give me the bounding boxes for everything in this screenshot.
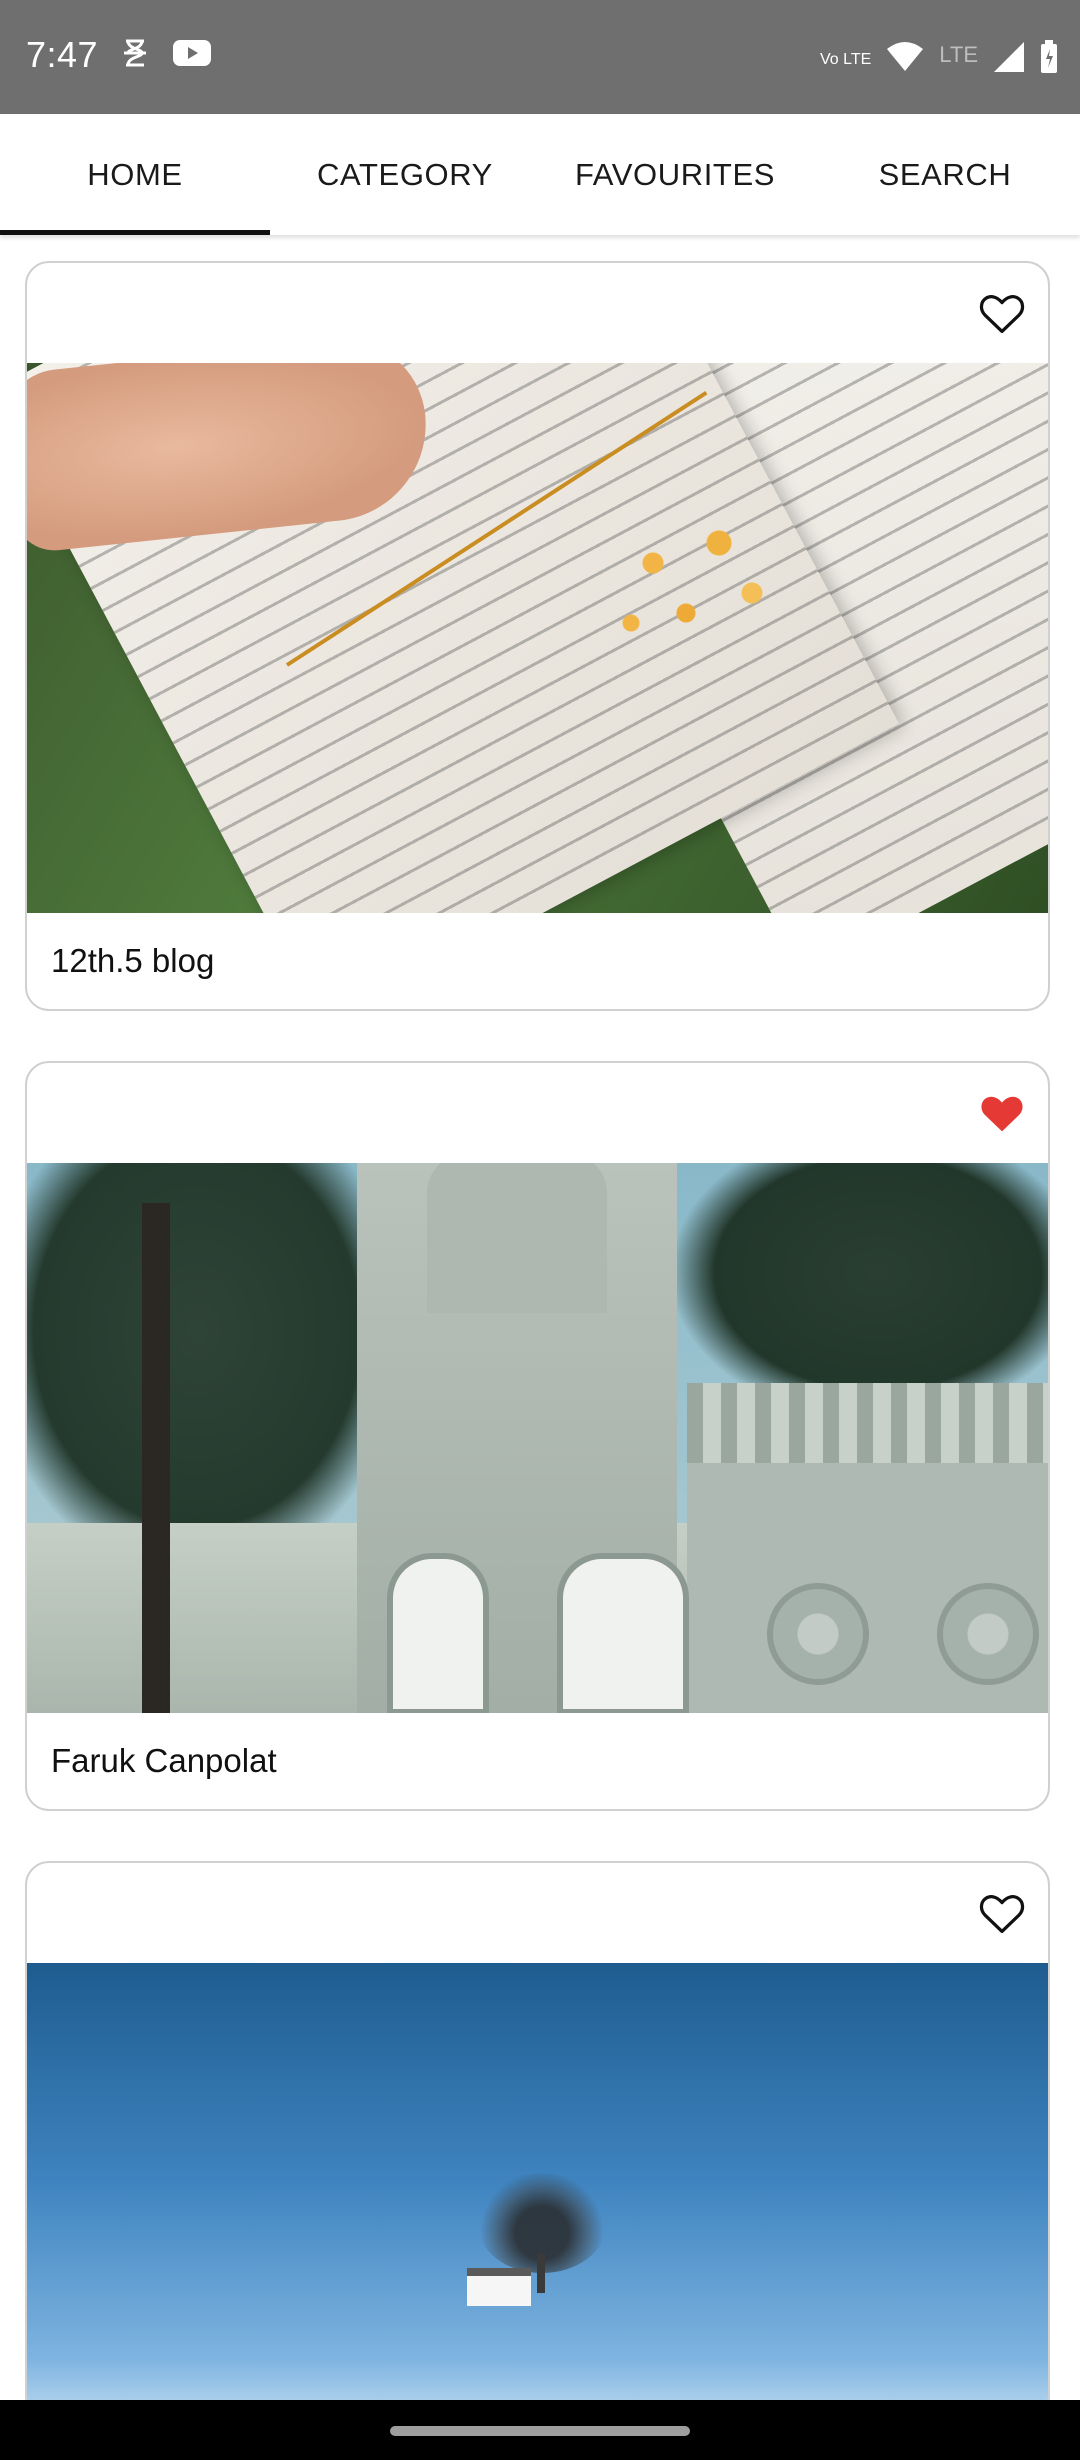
lte-label: LTE [939,41,978,67]
card-header [27,1063,1048,1163]
tab-favourites[interactable]: FAVOURITES [540,114,810,235]
balustrade [687,1383,1048,1473]
tab-bar: HOME CATEGORY FAVOURITES SEARCH [0,114,1080,235]
battery-icon [1040,40,1058,79]
photo-card[interactable]: 12th.5 blog [25,261,1050,1011]
photo-feed[interactable]: 12th.5 blog Faruk Canpolat [0,235,1080,2400]
photo-card[interactable] [25,1861,1050,2400]
heart-outline-icon [979,295,1025,334]
arched-window [387,1553,489,1713]
youtube-icon [172,38,212,73]
volte-label: Vo LTE [819,50,872,68]
card-header [27,263,1048,363]
heart-outline-icon [979,1895,1025,1934]
favourite-button[interactable] [976,1887,1028,1939]
tab-category-label: CATEGORY [317,156,493,192]
status-bar: 7:47 Vo LTE LTE [0,0,1080,114]
card-photo[interactable] [27,1963,1048,2400]
volte-icon: Vo LTE [819,50,872,68]
card-author: 12th.5 blog [51,942,215,979]
medallion [937,1583,1039,1685]
card-photo[interactable] [27,1163,1048,1713]
card-photo[interactable] [27,363,1048,913]
tab-home[interactable]: HOME [0,114,270,235]
home-gesture-handle[interactable] [390,2426,690,2436]
tab-search-label: SEARCH [878,156,1012,192]
tree-trunk [537,2253,545,2293]
flower [587,483,807,683]
card-author: Faruk Canpolat [51,1742,277,1779]
tab-favourites-label: FAVOURITES [574,156,776,192]
gesture-nav-bar [0,2400,1080,2460]
card-header [27,1863,1048,1963]
status-left-icons [118,36,212,75]
small-house [467,2268,531,2306]
tree-trunk [142,1203,170,1713]
arched-window [557,1553,689,1713]
tab-search[interactable]: SEARCH [810,114,1080,235]
favourite-button[interactable] [976,287,1028,339]
photo-card[interactable]: Faruk Canpolat [25,1061,1050,1811]
favourite-button[interactable] [976,1087,1028,1139]
tab-indicator [0,230,270,235]
lte-signal-icon [992,40,1026,79]
wifi-icon [885,41,925,78]
notification-icon [118,36,152,75]
tab-category[interactable]: CATEGORY [270,114,540,235]
status-right-icons: Vo LTE LTE [820,40,1058,79]
status-time: 7:47 [26,34,99,75]
tab-home-label: HOME [87,156,183,192]
tree [27,1163,407,1583]
palace-tower-top [427,1163,607,1313]
heart-filled-icon [981,1096,1023,1132]
medallion [767,1583,869,1685]
